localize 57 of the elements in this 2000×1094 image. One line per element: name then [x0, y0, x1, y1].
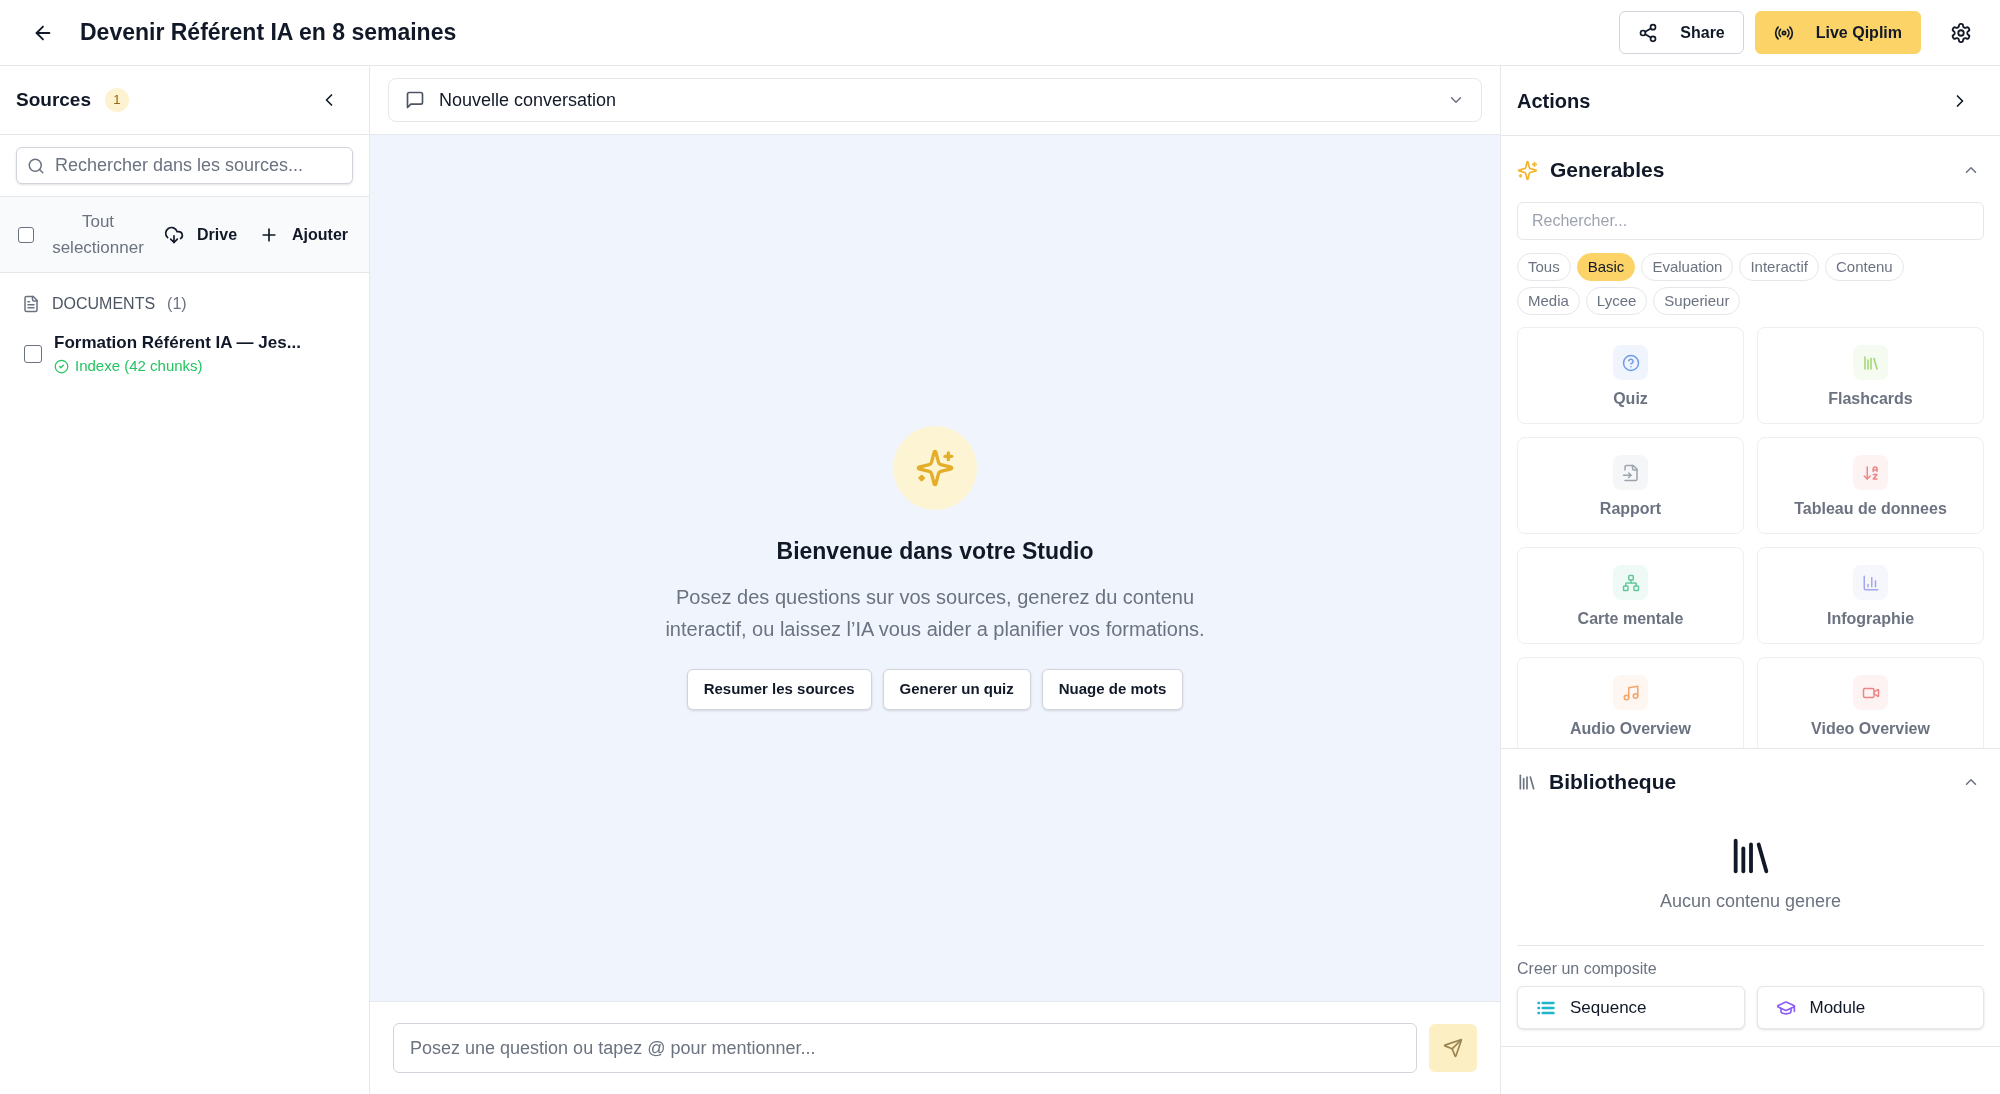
cloud-download-icon	[164, 224, 184, 245]
generable-card[interactable]: Audio Overview	[1517, 657, 1744, 748]
panel-title: Actions	[1517, 88, 1591, 114]
generable-card[interactable]: Rapport	[1517, 437, 1744, 534]
filter-chip[interactable]: Media	[1517, 287, 1580, 315]
filter-chip[interactable]: Superieur	[1653, 287, 1741, 315]
page-title: Devenir Référent IA en 8 semaines	[80, 18, 457, 48]
suggestion-button[interactable]: Generer un quiz	[882, 668, 1031, 710]
books-icon	[1517, 772, 1537, 792]
panel-title: Sources	[16, 87, 91, 112]
generable-card[interactable]: Flashcards	[1757, 327, 1984, 424]
filter-chip[interactable]: Interactif	[1739, 253, 1819, 281]
message-input[interactable]: Posez une question ou tapez @ pour mentionner...	[393, 1023, 1417, 1073]
suggestion-button[interactable]: Nuage de mots	[1041, 668, 1184, 710]
document-status: Indexe (42 chunks)	[75, 356, 203, 376]
share-button[interactable]: Share	[1619, 11, 1744, 54]
count-badge: 1	[105, 88, 129, 112]
composite-label: Creer un composite	[1517, 959, 1658, 979]
send-icon	[1443, 1038, 1463, 1058]
send-button[interactable]	[1429, 1024, 1477, 1072]
checkbox[interactable]	[24, 345, 42, 363]
search-field[interactable]: Rechercher...	[1517, 202, 1984, 240]
welcome-text: Posez des questions sur vos sources, generez du contenu interactif, ou laissez l’IA vous aider a planifier vos formations.	[664, 584, 1206, 642]
check-circle-icon	[54, 358, 69, 374]
document-icon	[22, 295, 40, 313]
sparkle-icon	[1517, 159, 1538, 181]
chat-bubble-icon	[405, 90, 425, 110]
select-all-label[interactable]: Tout selectionner	[42, 208, 154, 261]
composite-button[interactable]: Sequence	[1517, 986, 1745, 1029]
section-title: Bibliotheque	[1549, 769, 1677, 796]
drive-button[interactable]: Drive	[164, 222, 238, 247]
filter-chip[interactable]: Contenu	[1824, 253, 1904, 281]
conversation-selector[interactable]: Nouvelle conversation	[388, 78, 1482, 122]
checkbox[interactable]	[18, 226, 34, 243]
empty-state-text: Aucun contenu genere	[1659, 890, 1842, 913]
section-title: Generables	[1550, 157, 1665, 184]
share-icon	[1638, 22, 1659, 43]
welcome-title: Bienvenue dans votre Studio	[776, 537, 1094, 567]
composite-button[interactable]: Module	[1756, 986, 1984, 1029]
live-button[interactable]: Live Qiplim	[1754, 11, 1921, 54]
filter-chip[interactable]: Basic	[1576, 253, 1636, 281]
generable-card[interactable]: Tableau de donnees	[1757, 437, 1984, 534]
add-button[interactable]: Ajouter	[259, 222, 349, 247]
search-icon	[27, 157, 45, 175]
section-label: DOCUMENTS	[52, 294, 156, 314]
settings-icon[interactable]	[1950, 21, 1972, 44]
generable-card[interactable]: Quiz	[1517, 327, 1744, 424]
section-count: (1)	[167, 294, 187, 314]
generable-card[interactable]: Carte mentale	[1517, 547, 1744, 644]
filter-chip[interactable]: Tous	[1517, 253, 1571, 281]
search-field[interactable]: Rechercher dans les sources...	[16, 147, 353, 184]
generable-card[interactable]: Video Overview	[1757, 657, 1984, 748]
filter-chip[interactable]: Evaluation	[1641, 253, 1734, 281]
generable-card[interactable]: Infographie	[1757, 547, 1984, 644]
document-title[interactable]: Formation Référent IA — Jes...	[54, 331, 301, 355]
filter-chip[interactable]: Lycee	[1585, 287, 1648, 315]
suggestion-button[interactable]: Resumer les sources	[686, 668, 872, 710]
